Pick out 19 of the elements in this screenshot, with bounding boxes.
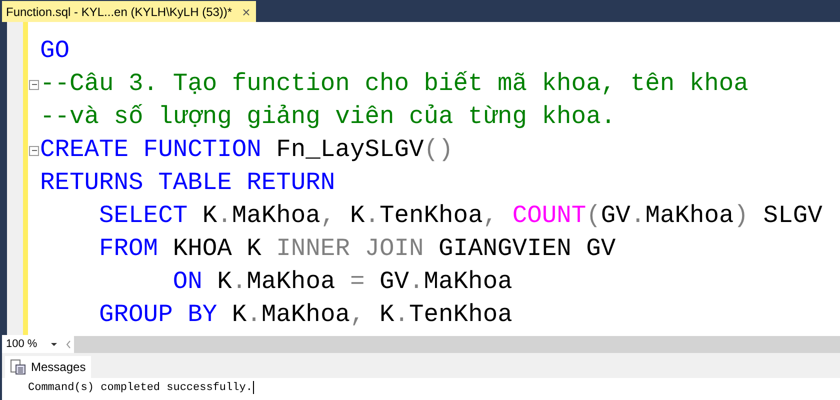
horizontal-scrollbar[interactable] [74,336,840,352]
code-line: GO [40,37,70,67]
zoom-dropdown[interactable]: 100 % [2,336,64,352]
document-icon [10,359,26,375]
code-line: --Câu 3. Tạo function cho biết mã khoa, tên khoa [40,70,748,100]
collapse-icon[interactable] [29,80,39,90]
code-line: ON K.MaKhoa = GV.MaKhoa [172,268,512,298]
message-text: Command(s) completed successfully. [28,382,252,394]
text-cursor [253,381,254,394]
document-tab[interactable]: Function.sql - KYL...en (KYLH\KyLH (53))* × [2,1,256,22]
code-line: RETURNS TABLE RETURN [40,169,336,199]
code-line: SELECT K.MaKhoa, K.TenKhoa, COUNT(GV.MaKhoa) SLGV [98,202,822,232]
code-line: FROM KHOA K INNER JOIN GIANGVIEN GV [98,235,616,265]
collapse-icon[interactable] [29,146,39,156]
messages-tab[interactable]: Messages [5,356,91,378]
close-icon[interactable]: × [242,4,250,18]
code-line: --và số lượng giảng viên của từng khoa. [40,103,616,133]
code-line: GROUP BY K.MaKhoa, K.TenKhoa [98,301,512,331]
code-line: CREATE FUNCTION Fn_LaySLGV() [40,136,454,166]
